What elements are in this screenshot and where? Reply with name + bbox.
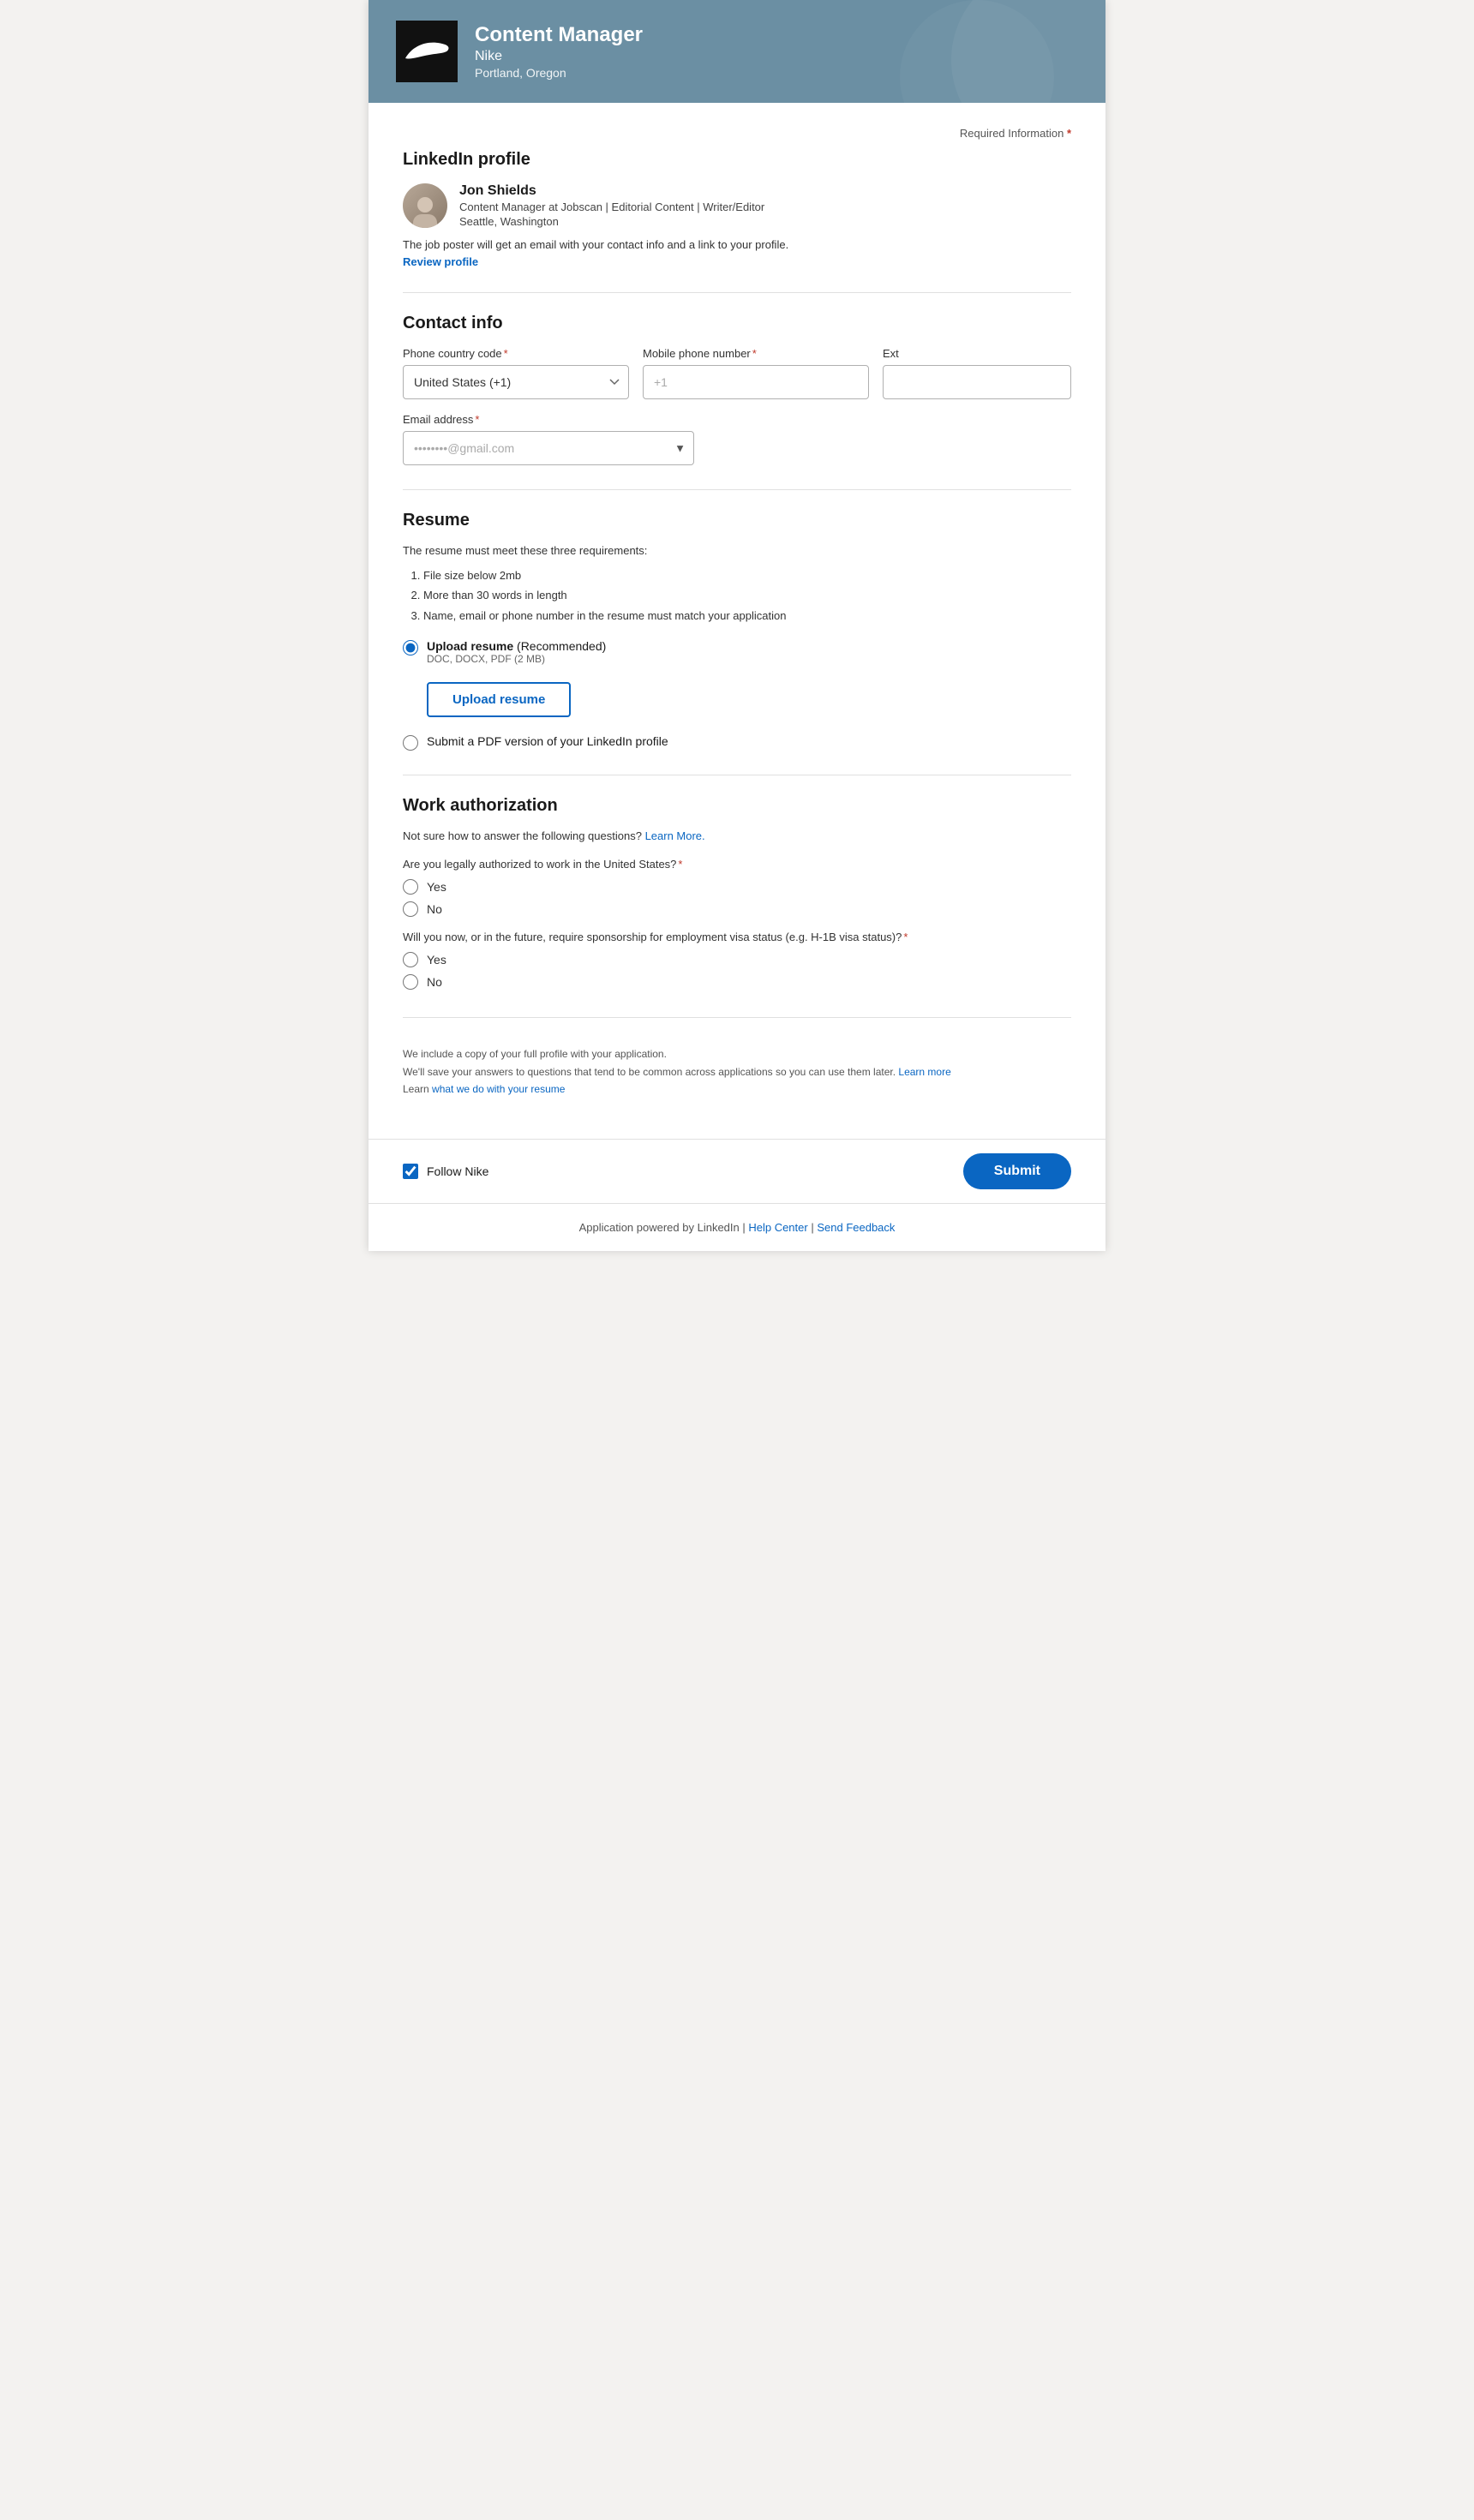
review-profile-link[interactable]: Review profile [403, 255, 478, 268]
bottom-notice: We include a copy of your full profile w… [403, 1039, 1071, 1098]
profile-notice: The job poster will get an email with yo… [403, 238, 1071, 251]
profile-location: Seattle, Washington [459, 215, 764, 228]
q2-yes-label[interactable]: Yes [427, 953, 446, 967]
follow-checkbox[interactable] [403, 1164, 418, 1179]
header-text: Content Manager Nike Portland, Oregon [475, 23, 643, 80]
profile-name: Jon Shields [459, 183, 764, 199]
company-logo [396, 21, 458, 82]
contact-section-title: Contact info [403, 314, 1071, 333]
auth-question-2: Will you now, or in the future, require … [403, 931, 1071, 943]
q1-yes-row[interactable]: Yes [403, 879, 1071, 895]
help-center-link[interactable]: Help Center [748, 1221, 807, 1234]
q1-no-label[interactable]: No [427, 902, 442, 916]
requirement-3: Name, email or phone number in the resum… [423, 606, 1071, 626]
q2-no-label[interactable]: No [427, 975, 442, 989]
auth-notice: Not sure how to answer the following que… [403, 829, 1071, 842]
requirements-list: File size below 2mb More than 30 words i… [423, 566, 1071, 626]
required-star: * [1067, 127, 1071, 140]
follow-label[interactable]: Follow Nike [427, 1164, 488, 1178]
job-location: Portland, Oregon [475, 66, 643, 80]
upload-resume-label[interactable]: Upload resume (Recommended) [427, 639, 606, 653]
phone-mobile-label: Mobile phone number* [643, 347, 869, 360]
q1-yes-label[interactable]: Yes [427, 880, 446, 894]
upload-resume-button[interactable]: Upload resume [427, 682, 571, 717]
q2-yes-row[interactable]: Yes [403, 952, 1071, 967]
phone-mobile-input[interactable] [643, 365, 869, 399]
question2-group: Will you now, or in the future, require … [403, 931, 1071, 990]
upload-formats: DOC, DOCX, PDF (2 MB) [427, 653, 606, 665]
resume-section-title: Resume [403, 511, 1071, 530]
follow-section: Follow Nike [403, 1164, 488, 1179]
job-title: Content Manager [475, 23, 643, 47]
ext-label: Ext [883, 347, 1071, 360]
linkedin-pdf-radio[interactable] [403, 735, 418, 751]
requirement-1: File size below 2mb [423, 566, 1071, 585]
email-select[interactable]: ••••••••@gmail.com [403, 431, 694, 465]
auth-question-1: Are you legally authorized to work in th… [403, 858, 1071, 871]
email-label: Email address* [403, 413, 694, 426]
learn-more-link-2[interactable]: Learn more [898, 1066, 950, 1078]
q1-yes-radio[interactable] [403, 879, 418, 895]
resume-section: Resume The resume must meet these three … [403, 511, 1071, 751]
phone-mobile-group: Mobile phone number* [643, 347, 869, 399]
q1-no-radio[interactable] [403, 901, 418, 917]
linkedin-pdf-option[interactable]: Submit a PDF version of your LinkedIn pr… [403, 734, 1071, 751]
profile-info: Jon Shields Content Manager at Jobscan |… [459, 183, 764, 228]
required-note: Required Information * [403, 127, 1071, 140]
ext-group: Ext [883, 347, 1071, 399]
contact-section: Contact info Phone country code* United … [403, 314, 1071, 465]
upload-resume-option[interactable]: Upload resume (Recommended) DOC, DOCX, P… [403, 639, 1071, 665]
divider-4 [403, 1017, 1071, 1018]
work-auth-title: Work authorization [403, 796, 1071, 816]
phone-country-group: Phone country code* United States (+1) C… [403, 347, 629, 399]
profile-title: Content Manager at Jobscan | Editorial C… [459, 201, 764, 213]
main-content: Required Information * LinkedIn profile … [368, 103, 1106, 1139]
profile-card: Jon Shields Content Manager at Jobscan |… [403, 183, 1071, 228]
submit-button[interactable]: Submit [963, 1153, 1071, 1189]
phone-country-select[interactable]: United States (+1) Canada (+1) United Ki… [403, 365, 629, 399]
resume-requirements-intro: The resume must meet these three require… [403, 544, 1071, 557]
page-footer: Application powered by LinkedIn | Help C… [368, 1203, 1106, 1251]
linkedin-profile-section: LinkedIn profile Jon Shields Content Man… [403, 150, 1071, 268]
resume-learn-link[interactable]: what we do with your resume [432, 1083, 565, 1095]
email-select-wrapper: ••••••••@gmail.com ▼ [403, 431, 694, 465]
learn-more-link-1[interactable]: Learn More. [645, 829, 705, 842]
linkedin-section-title: LinkedIn profile [403, 150, 1071, 170]
send-feedback-link[interactable]: Send Feedback [817, 1221, 895, 1234]
upload-resume-label-group: Upload resume (Recommended) DOC, DOCX, P… [427, 639, 606, 665]
bottom-line2: We'll save your answers to questions tha… [403, 1063, 1071, 1080]
footer-bar: Follow Nike Submit [368, 1139, 1106, 1203]
ext-input[interactable] [883, 365, 1071, 399]
q2-no-row[interactable]: No [403, 974, 1071, 990]
avatar [403, 183, 447, 228]
work-auth-section: Work authorization Not sure how to answe… [403, 796, 1071, 990]
phone-country-select-wrapper: United States (+1) Canada (+1) United Ki… [403, 365, 629, 399]
q2-yes-radio[interactable] [403, 952, 418, 967]
email-group: Email address* ••••••••@gmail.com ▼ [403, 413, 694, 465]
upload-resume-radio[interactable] [403, 640, 418, 655]
phone-country-label: Phone country code* [403, 347, 629, 360]
phone-row: Phone country code* United States (+1) C… [403, 347, 1071, 399]
divider-1 [403, 292, 1071, 293]
question1-group: Are you legally authorized to work in th… [403, 858, 1071, 917]
q1-no-row[interactable]: No [403, 901, 1071, 917]
job-header: Content Manager Nike Portland, Oregon [368, 0, 1106, 103]
divider-2 [403, 489, 1071, 490]
company-name: Nike [475, 49, 643, 64]
bottom-line3: Learn what we do with your resume [403, 1080, 1071, 1098]
linkedin-pdf-label[interactable]: Submit a PDF version of your LinkedIn pr… [427, 734, 668, 748]
requirement-2: More than 30 words in length [423, 585, 1071, 605]
bottom-line1: We include a copy of your full profile w… [403, 1045, 1071, 1062]
q2-no-radio[interactable] [403, 974, 418, 990]
